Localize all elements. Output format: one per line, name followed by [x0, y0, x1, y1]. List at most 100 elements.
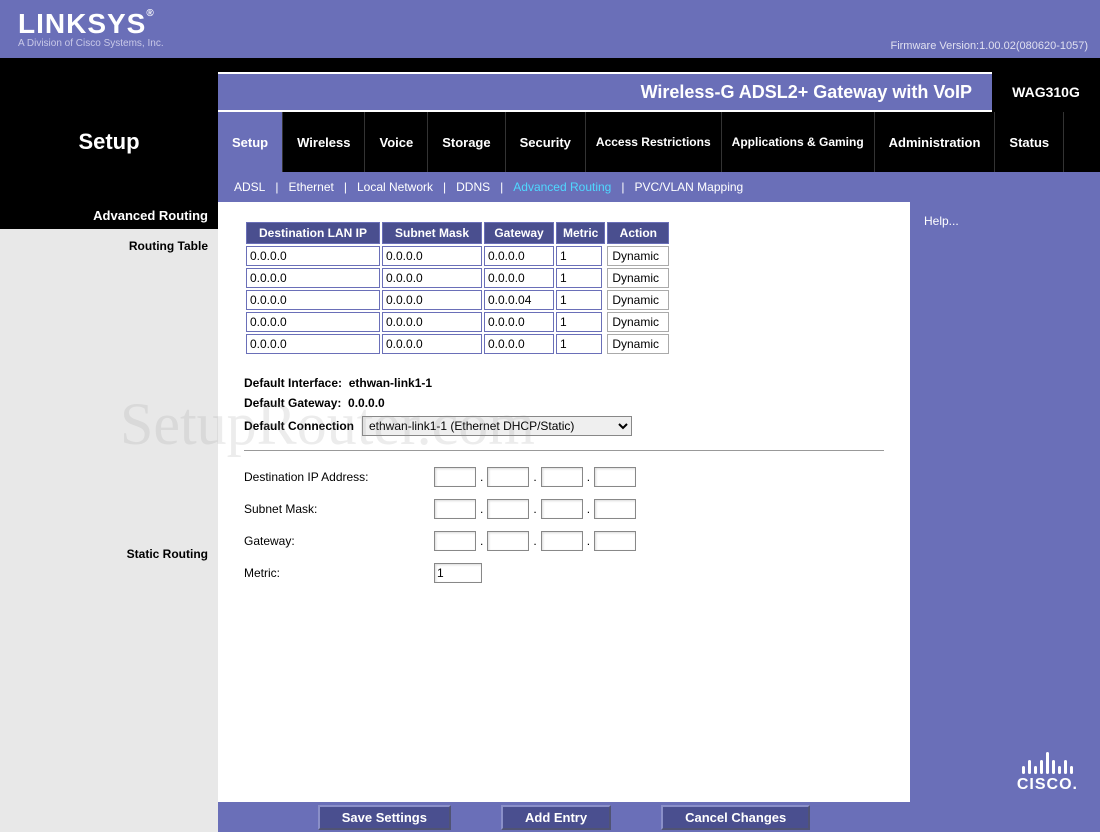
row4-action: Dynamic [607, 334, 669, 354]
default-iface-value: ethwan-link1-1 [349, 376, 432, 390]
subnav-ethernet[interactable]: Ethernet [284, 180, 337, 194]
row0-action: Dynamic [607, 246, 669, 266]
row4-mask[interactable] [382, 334, 482, 354]
row2-mask[interactable] [382, 290, 482, 310]
title-spacer [0, 72, 218, 112]
sidebar-heading: Advanced Routing [0, 202, 218, 229]
divider-bar [0, 58, 1100, 72]
subnav-local-network[interactable]: Local Network [353, 180, 437, 194]
brand-text: LINKSYS [18, 8, 146, 39]
sidebar-static-routing: Static Routing [0, 537, 218, 565]
tab-setup[interactable]: Setup [218, 112, 283, 172]
default-connection-select[interactable]: ethwan-link1-1 (Ethernet DHCP/Static) [362, 416, 632, 436]
subnet-octet4[interactable] [594, 499, 636, 519]
gateway-octet2[interactable] [487, 531, 529, 551]
row0-gw[interactable] [484, 246, 554, 266]
row4-metric[interactable] [556, 334, 602, 354]
dest-ip-octet2[interactable] [487, 467, 529, 487]
row1-gw[interactable] [484, 268, 554, 288]
cancel-changes-button[interactable]: Cancel Changes [661, 805, 810, 830]
row3-mask[interactable] [382, 312, 482, 332]
tab-security[interactable]: Security [506, 112, 586, 172]
defaults-block: Default Interface: ethwan-link1-1 Defaul… [244, 376, 884, 436]
row1-metric[interactable] [556, 268, 602, 288]
row2-action: Dynamic [607, 290, 669, 310]
product-title: Wireless-G ADSL2+ Gateway with VoIP [218, 72, 992, 112]
subnav-pvc-vlan[interactable]: PVC/VLAN Mapping [630, 180, 747, 194]
row0-metric[interactable] [556, 246, 602, 266]
gateway-octet1[interactable] [434, 531, 476, 551]
main-nav: Setup Wireless Voice Storage Security Ac… [218, 112, 1100, 172]
tab-wireless[interactable]: Wireless [283, 112, 365, 172]
brand-sub: A Division of Cisco Systems, Inc. [18, 38, 164, 49]
subnav-ddns[interactable]: DDNS [452, 180, 494, 194]
row2-metric[interactable] [556, 290, 602, 310]
routing-table: Destination LAN IP Subnet Mask Gateway M… [244, 220, 671, 356]
default-gw-value: 0.0.0.0 [348, 396, 385, 410]
table-row: Dynamic [246, 312, 669, 332]
gateway-octet3[interactable] [541, 531, 583, 551]
tab-voice[interactable]: Voice [365, 112, 428, 172]
section-label: Setup [0, 112, 218, 172]
table-row: Dynamic [246, 246, 669, 266]
section-divider [244, 450, 884, 451]
metric-input[interactable] [434, 563, 482, 583]
dest-ip-octet1[interactable] [434, 467, 476, 487]
row2-gw[interactable] [484, 290, 554, 310]
row0-ip[interactable] [246, 246, 380, 266]
subnet-octet3[interactable] [541, 499, 583, 519]
row4-ip[interactable] [246, 334, 380, 354]
default-gw-label: Default Gateway: [244, 396, 341, 410]
save-settings-button[interactable]: Save Settings [318, 805, 451, 830]
brand-logo: LINKSYS® A Division of Cisco Systems, In… [18, 8, 164, 49]
gateway-label: Gateway: [244, 534, 434, 548]
table-row: Dynamic [246, 290, 669, 310]
main-content: Destination LAN IP Subnet Mask Gateway M… [218, 202, 910, 802]
row1-action: Dynamic [607, 268, 669, 288]
th-action: Action [607, 222, 669, 244]
subnet-label: Subnet Mask: [244, 502, 434, 516]
table-row: Dynamic [246, 334, 669, 354]
row1-ip[interactable] [246, 268, 380, 288]
subnav: ADSL| Ethernet| Local Network| DDNS| Adv… [218, 172, 1100, 202]
tab-access-restrictions[interactable]: Access Restrictions [586, 112, 722, 172]
header: LINKSYS® A Division of Cisco Systems, In… [0, 0, 1100, 58]
subnet-octet1[interactable] [434, 499, 476, 519]
tab-administration[interactable]: Administration [875, 112, 996, 172]
dest-ip-octet4[interactable] [594, 467, 636, 487]
tab-storage[interactable]: Storage [428, 112, 505, 172]
help-link[interactable]: Help... [924, 214, 959, 228]
static-routing-form: Destination IP Address: ... Subnet Mask:… [244, 467, 884, 583]
sidebar: Advanced Routing Routing Table Static Ro… [0, 202, 218, 802]
table-row: Dynamic [246, 268, 669, 288]
footer-spacer [0, 802, 218, 832]
row0-mask[interactable] [382, 246, 482, 266]
add-entry-button[interactable]: Add Entry [501, 805, 611, 830]
row3-action: Dynamic [607, 312, 669, 332]
th-metric: Metric [556, 222, 605, 244]
dest-ip-octet3[interactable] [541, 467, 583, 487]
row3-gw[interactable] [484, 312, 554, 332]
tab-applications-gaming[interactable]: Applications & Gaming [722, 112, 875, 172]
th-dest-ip: Destination LAN IP [246, 222, 380, 244]
default-iface-label: Default Interface: [244, 376, 342, 390]
row3-ip[interactable] [246, 312, 380, 332]
row2-ip[interactable] [246, 290, 380, 310]
default-conn-label: Default Connection [244, 419, 354, 433]
row3-metric[interactable] [556, 312, 602, 332]
dest-ip-label: Destination IP Address: [244, 470, 434, 484]
firmware-version: Firmware Version:1.00.02(080620-1057) [890, 40, 1088, 52]
subnav-spacer [0, 172, 218, 202]
subnav-adsl[interactable]: ADSL [230, 180, 269, 194]
row1-mask[interactable] [382, 268, 482, 288]
metric-label: Metric: [244, 566, 434, 580]
sidebar-routing-table: Routing Table [0, 229, 218, 257]
footer-right [910, 802, 1100, 832]
tab-status[interactable]: Status [995, 112, 1064, 172]
subnet-octet2[interactable] [487, 499, 529, 519]
subnav-advanced-routing[interactable]: Advanced Routing [509, 180, 615, 194]
row4-gw[interactable] [484, 334, 554, 354]
model-number: WAG310G [992, 72, 1100, 112]
help-panel: Help... [910, 202, 1100, 802]
gateway-octet4[interactable] [594, 531, 636, 551]
